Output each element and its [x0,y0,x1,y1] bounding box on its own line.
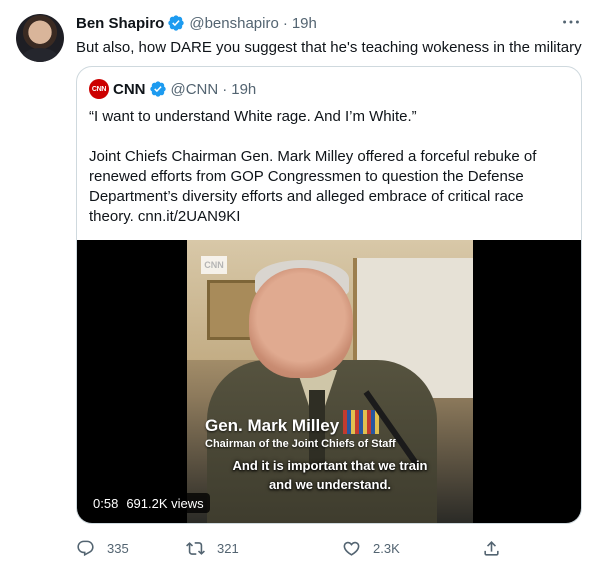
caption-line-1: And it is important that we train [232,458,428,473]
cnn-logo-icon: CNN [89,79,109,99]
avatar-shirt [22,48,58,62]
like-count: 2.3K [373,540,400,556]
author-name[interactable]: Ben Shapiro [76,15,164,32]
retweet-button[interactable]: 321 [186,536,239,560]
cnn-watermark: CNN [201,256,227,274]
quoted-author-name: CNN [113,80,146,98]
separator-dot: · [282,14,288,32]
tweet-actions: 335 321 2.3K [76,536,506,560]
video-stats-badge: 0:58 691.2K views [87,493,210,513]
tweet-timestamp[interactable]: 19h [292,15,317,32]
quoted-timestamp: 19h [231,80,257,98]
author-avatar[interactable] [16,14,64,62]
video-duration: 0:58 [93,495,119,511]
video-frame: CNN Gen. Mark Milley Chairman of the Joi… [187,240,473,523]
like-icon [343,541,360,556]
caption-line-2: and we understand. [268,477,392,492]
tweet[interactable]: Ben Shapiro @benshapiro · 19h But also, … [0,0,598,567]
quoted-tweet-text: “I want to understand White rage. And I’… [89,107,571,227]
quoted-tweet[interactable]: CNN CNN @CNN · 19h “I want to understand… [76,66,582,524]
quoted-quote-line: “I want to understand White rage. And I’… [89,108,417,125]
lower-third-title: Chairman of the Joint Chiefs of Staff [205,438,396,450]
video-player[interactable]: CNN Gen. Mark Milley Chairman of the Joi… [77,240,581,523]
share-icon [484,540,499,556]
retweet-count: 321 [217,540,239,556]
reply-button[interactable]: 335 [76,536,129,560]
quoted-author-handle: @CNN [170,80,219,98]
reply-count: 335 [107,540,129,556]
like-button[interactable]: 2.3K [342,536,400,560]
video-caption: And it is important that we train and we… [187,456,473,494]
share-button[interactable] [482,536,501,560]
quoted-tweet-header: CNN CNN @CNN · 19h [89,79,256,99]
verified-badge-icon [168,15,185,31]
more-options-icon[interactable] [560,11,582,33]
tweet-text: But also, how DARE you suggest that he's… [76,39,582,56]
lower-third: Gen. Mark Milley Chairman of the Joint C… [205,416,396,450]
video-views: 691.2K views [126,495,204,511]
retweet-icon [186,541,205,555]
reply-icon [77,540,94,556]
speaker-head [249,268,353,378]
lower-third-name: Gen. Mark Milley [205,416,340,435]
separator-dot: · [222,80,228,98]
tweet-header: Ben Shapiro @benshapiro · 19h [76,13,317,33]
author-handle[interactable]: @benshapiro [189,15,278,32]
quoted-body: Joint Chiefs Chairman Gen. Mark Milley o… [89,148,537,225]
verified-badge-icon [149,81,166,97]
